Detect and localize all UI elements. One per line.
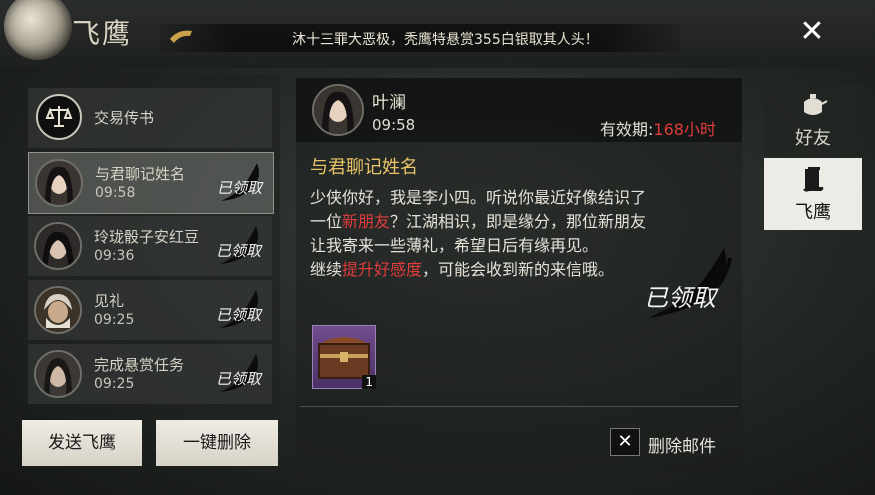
sender-name: 叶澜	[372, 93, 406, 113]
scroll-icon	[764, 166, 862, 200]
close-icon: ✕	[799, 14, 825, 49]
delete-all-button[interactable]: 一键删除	[156, 420, 278, 466]
sender-avatar	[312, 84, 364, 136]
mail-item-time: 09:36	[94, 248, 135, 264]
mail-item-trade[interactable]: 交易传书	[28, 88, 272, 148]
teapot-icon	[764, 92, 862, 124]
stamp-text: 已领取	[216, 242, 263, 260]
claimed-stamp-large: 已领取	[640, 244, 736, 324]
claimed-stamp: 已领取	[211, 159, 269, 207]
mail-item-title: 玲珑骰子安红豆	[94, 228, 200, 246]
attachment-count: 1	[362, 375, 376, 389]
avatar	[34, 222, 82, 270]
body-line: 一位新朋友？江湖相识，即是缘分，那位新朋友	[310, 212, 647, 231]
validity-label: 有效期:	[600, 120, 654, 139]
mail-time: 09:58	[372, 116, 416, 134]
mail-item-title: 交易传书	[94, 109, 155, 127]
horn-icon	[168, 27, 194, 47]
banner-text: 沐十三罪大恶极，秃鹰特悬赏355白银取其人头！	[292, 32, 599, 48]
tab-label: 飞鹰	[795, 202, 831, 223]
mail-item-time: 09:25	[94, 312, 135, 328]
mail-item[interactable]: 完成悬赏任务 09:25 已领取	[28, 344, 272, 404]
mail-item-title: 完成悬赏任务	[94, 356, 185, 374]
mail-item[interactable]: 见礼 09:25 已领取	[28, 280, 272, 340]
send-mail-button[interactable]: 发送飞鹰	[22, 420, 142, 466]
mail-heading: 与君聊记姓名	[310, 157, 418, 178]
page-title: 飞鹰	[72, 17, 133, 50]
tab-label: 好友	[795, 128, 831, 149]
highlight-text: 新朋友	[342, 212, 391, 231]
mail-item-selected[interactable]: 与君聊记姓名 09:58 已领取	[28, 152, 274, 214]
highlight-text: 提升好感度	[342, 260, 423, 279]
stamp-text: 已领取	[216, 306, 263, 324]
divider	[300, 406, 738, 407]
stamp-text: 已领取	[217, 179, 264, 197]
avatar	[35, 159, 83, 207]
body-line: 少侠你好，我是李小四。听说你最近好像结识了	[310, 188, 647, 207]
close-icon: ✕	[617, 431, 633, 452]
validity: 有效期:168小时	[600, 116, 716, 140]
mail-item-title: 见礼	[94, 292, 125, 310]
claimed-stamp: 已领取	[210, 286, 268, 334]
scales-icon	[36, 94, 82, 140]
tab-mail[interactable]: 飞鹰	[764, 158, 862, 230]
mail-item-time: 09:58	[95, 185, 136, 201]
attachment-item[interactable]: 1	[312, 325, 376, 389]
stamp-text: 已领取	[216, 370, 263, 388]
mail-item-time: 09:25	[94, 376, 135, 392]
delete-mail-label[interactable]: 删除邮件	[648, 432, 716, 457]
avatar	[34, 350, 82, 398]
avatar	[34, 286, 82, 334]
claimed-stamp: 已领取	[210, 350, 268, 398]
delete-mail-checkbox[interactable]: ✕	[610, 428, 640, 456]
mail-item-title: 与君聊记姓名	[95, 165, 186, 183]
close-button[interactable]: ✕	[792, 12, 832, 52]
tab-friends[interactable]: 好友	[764, 84, 862, 156]
stamp-text: 已领取	[644, 284, 719, 312]
claimed-stamp: 已领取	[210, 222, 268, 270]
validity-value: 168小时	[653, 120, 716, 139]
mail-item[interactable]: 玲珑骰子安红豆 09:36 已领取	[28, 216, 272, 276]
